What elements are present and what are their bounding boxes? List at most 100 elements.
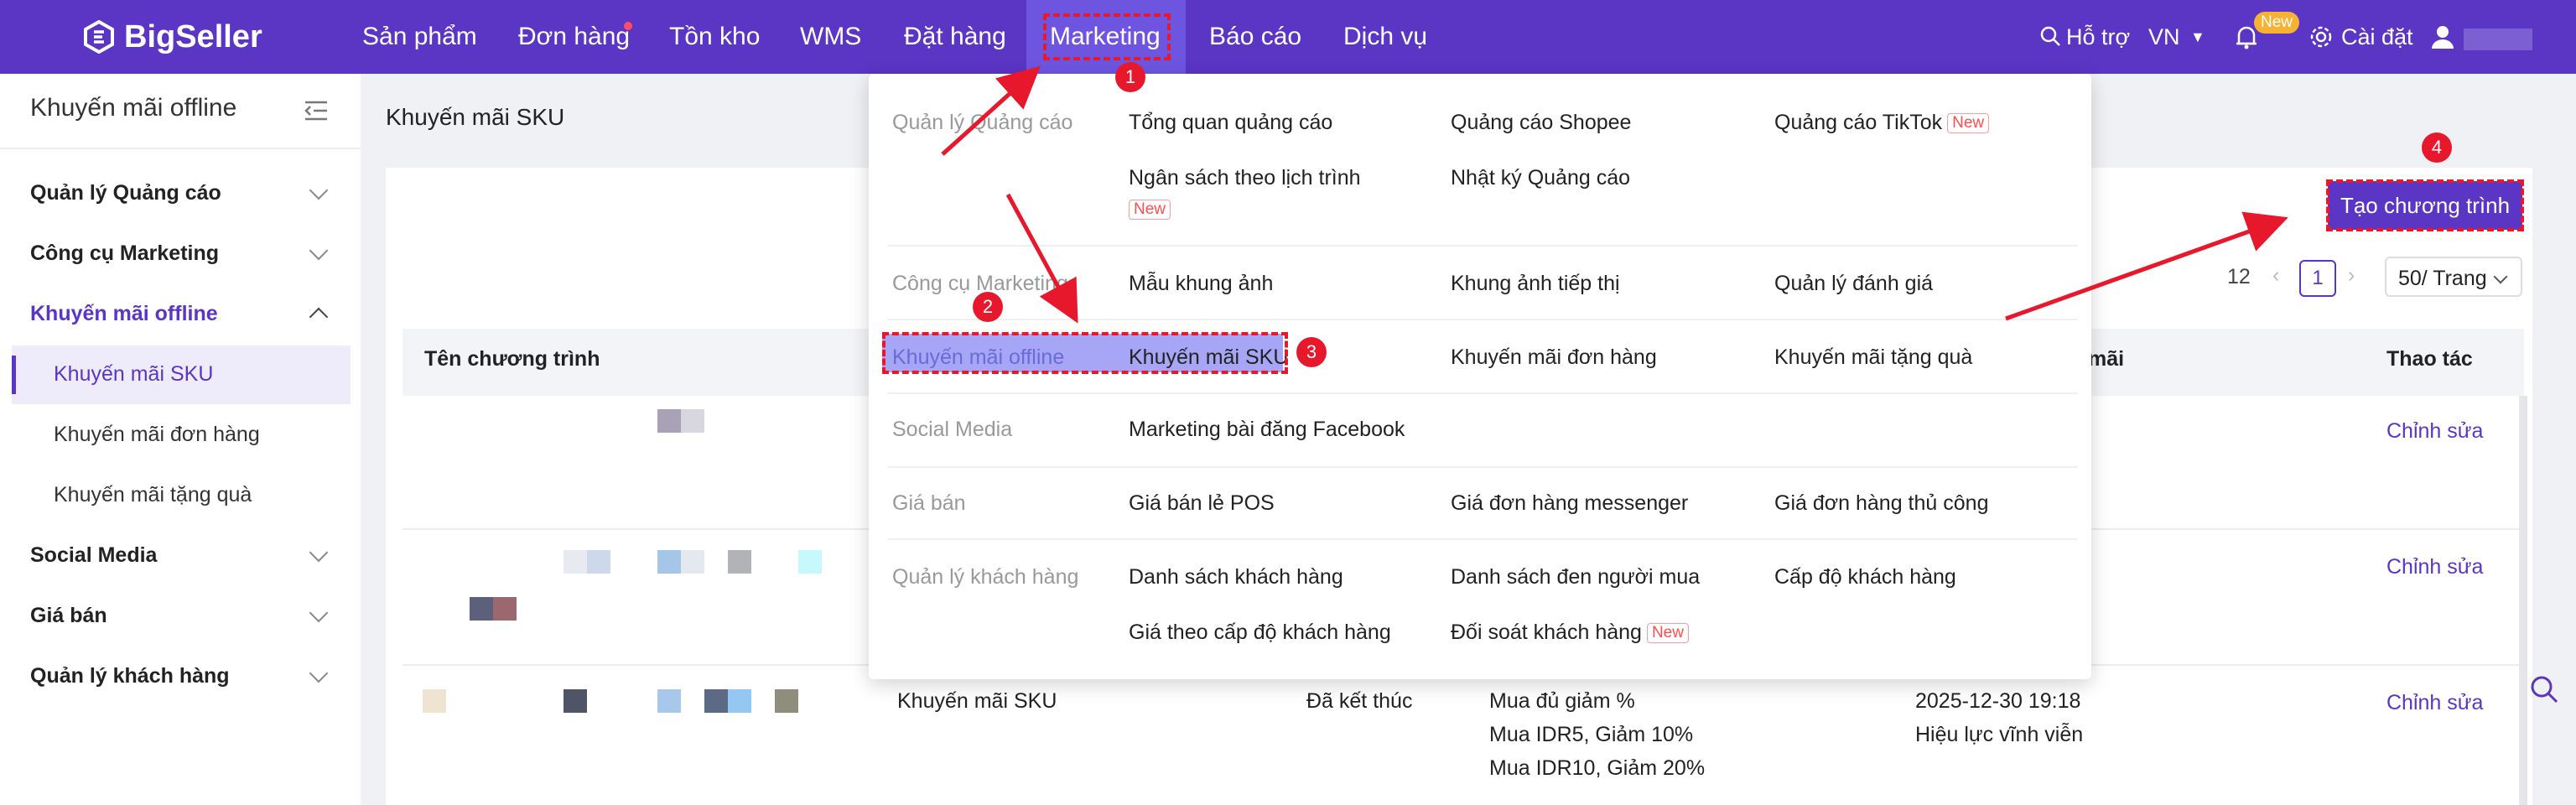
validity-cell: Hiệu lực vĩnh viễn [1915, 723, 2084, 746]
menu-item-customer-list[interactable]: Danh sách khách hàng [1129, 565, 1343, 589]
pagination-current-page[interactable]: 1 [2299, 260, 2336, 297]
menu-category-marketing-tools: Công cụ Marketing [892, 272, 1068, 295]
blurred-image [681, 550, 704, 574]
blurred-image [681, 409, 704, 433]
menu-item-facebook-post[interactable]: Marketing bài đăng Facebook [1129, 418, 1405, 442]
menu-item-buyer-blacklist[interactable]: Danh sách đen người mua [1451, 565, 1700, 589]
column-header-actions: Thao tác [2386, 347, 2473, 371]
sidebar-group-ads[interactable]: Quản lý Quảng cáo [30, 181, 221, 205]
step-badge-4: 4 [2422, 132, 2452, 163]
page-title: Khuyến mãi SKU [386, 104, 565, 130]
nav-orders[interactable]: Đơn hàng [518, 0, 630, 74]
blurred-image [587, 550, 610, 574]
brand-logo[interactable]: BigSeller [82, 17, 262, 57]
top-navigation-bar: BigSeller Sản phẩm Đơn hàng Tồn kho WMS … [0, 0, 2576, 74]
menu-item-ads-overview[interactable]: Tổng quan quảng cáo [1129, 111, 1332, 135]
menu-item-tiktok-ads-label: Quảng cáo TikTok [1774, 111, 1943, 134]
sidebar-group-pricing[interactable]: Giá bán [30, 604, 107, 628]
sidebar-group-social-media[interactable]: Social Media [30, 543, 157, 568]
blurred-image [728, 550, 751, 574]
new-tag: New [1646, 623, 1689, 644]
next-page-icon[interactable]: › [2348, 263, 2355, 288]
sidebar-group-customers[interactable]: Quản lý khách hàng [30, 664, 230, 688]
floating-search-icon[interactable] [2529, 674, 2559, 704]
step-badge-2: 2 [973, 292, 1003, 322]
nav-reports[interactable]: Báo cáo [1209, 0, 1301, 74]
rule-line-2: Mua IDR10, Giảm 20% [1489, 756, 1706, 780]
menu-item-frame-template[interactable]: Mẫu khung ảnh [1129, 272, 1273, 296]
gear-icon[interactable] [2309, 25, 2333, 49]
menu-item-gift-promo[interactable]: Khuyến mãi tặng quà [1774, 345, 1972, 370]
sidebar-item-gift-promo[interactable]: Khuyến mãi tặng quà [54, 483, 252, 507]
sidebar-item-order-promo[interactable]: Khuyến mãi đơn hàng [54, 423, 260, 447]
username-blurred [2464, 29, 2532, 50]
menu-divider [887, 466, 2078, 468]
menu-item-customer-reconciliation[interactable]: Đối soát khách hàng New [1451, 621, 1689, 645]
nav-inventory[interactable]: Tồn kho [669, 0, 760, 74]
blurred-image [704, 689, 728, 713]
rule-title-cell: Mua đủ giảm % [1489, 689, 1635, 713]
step-badge-3: 3 [1296, 337, 1327, 367]
menu-item-scheduled-budget[interactable]: Ngân sách theo lịch trình [1129, 166, 1361, 190]
blurred-image [470, 597, 493, 621]
blurred-image [775, 689, 798, 713]
blurred-image [423, 689, 446, 713]
nav-products[interactable]: Sản phẩm [362, 0, 477, 74]
language-caret-icon[interactable]: ▼ [2190, 0, 2205, 74]
menu-item-messenger-price[interactable]: Giá đơn hàng messenger [1451, 491, 1688, 516]
new-tag: New [1947, 113, 1990, 134]
menu-item-pos-price[interactable]: Giá bán lẻ POS [1129, 491, 1275, 516]
menu-category-ads: Quản lý Quảng cáo [892, 111, 1073, 134]
new-tag: New [1129, 200, 1171, 220]
sidebar-item-sku-promo[interactable]: Khuyến mãi SKU [54, 362, 213, 387]
sidebar-title: Khuyến mãi offline [30, 94, 237, 122]
rule-line-1: Mua IDR5, Giảm 10% [1489, 723, 1694, 746]
chevron-down-icon [2493, 269, 2508, 284]
sidebar-active-marker [12, 356, 16, 394]
menu-divider [887, 245, 2078, 247]
menu-item-manual-order-price[interactable]: Giá đơn hàng thủ công [1774, 491, 1988, 516]
menu-item-review-management[interactable]: Quản lý đánh giá [1774, 272, 1933, 296]
collapse-sidebar-icon[interactable] [304, 99, 329, 122]
settings-link[interactable]: Cài đặt [2341, 0, 2413, 74]
blurred-image [798, 550, 822, 574]
menu-item-tiktok-ads[interactable]: Quảng cáo TikTok New [1774, 111, 1990, 135]
sidebar-divider [0, 148, 361, 149]
page-size-select[interactable]: 50/ Trang [2385, 257, 2522, 297]
nav-wms[interactable]: WMS [800, 0, 861, 74]
nav-purchase[interactable]: Đặt hàng [904, 0, 1006, 74]
blurred-image [564, 550, 587, 574]
menu-item-customer-reconciliation-label: Đối soát khách hàng [1451, 621, 1642, 644]
table-scrollbar[interactable] [2519, 396, 2527, 805]
menu-divider [887, 392, 2078, 394]
prev-page-icon[interactable]: ‹ [2272, 263, 2279, 288]
menu-divider [887, 538, 2078, 540]
status-cell: Đã kết thúc [1306, 689, 1413, 713]
menu-item-marketing-frame[interactable]: Khung ảnh tiếp thị [1451, 272, 1620, 296]
search-help-icon[interactable] [2039, 25, 2061, 47]
menu-item-customer-level[interactable]: Cấp độ khách hàng [1774, 565, 1956, 589]
sidebar-group-offline-promo[interactable]: Khuyến mãi offline [30, 302, 218, 326]
menu-item-order-promo[interactable]: Khuyến mãi đơn hàng [1451, 345, 1657, 370]
blurred-image [657, 689, 681, 713]
blurred-image [728, 689, 751, 713]
bigseller-logo-icon [84, 20, 114, 54]
language-selector[interactable]: VN [2148, 0, 2180, 74]
menu-category-pricing: Giá bán [892, 491, 966, 515]
menu-item-level-pricing[interactable]: Giá theo cấp độ khách hàng [1129, 621, 1391, 645]
edit-link[interactable]: Chỉnh sửa [2386, 419, 2483, 444]
menu-category-social-media: Social Media [892, 418, 1013, 441]
sidebar-group-marketing-tools[interactable]: Công cụ Marketing [30, 242, 219, 266]
edit-link[interactable]: Chỉnh sửa [2386, 555, 2483, 579]
orders-notification-dot [624, 22, 632, 30]
help-link[interactable]: Hỗ trợ [2066, 0, 2130, 74]
menu-item-shopee-ads[interactable]: Quảng cáo Shopee [1451, 111, 1631, 135]
promo-type-cell: Khuyến mãi SKU [897, 689, 1057, 713]
blurred-image [657, 409, 681, 433]
menu-item-ads-log[interactable]: Nhật ký Quảng cáo [1451, 166, 1630, 190]
brand-name: BigSeller [124, 18, 262, 55]
column-header-period: mãi [2088, 347, 2125, 371]
nav-services[interactable]: Dịch vụ [1343, 0, 1427, 74]
edit-link[interactable]: Chỉnh sửa [2386, 691, 2483, 715]
user-avatar-icon[interactable] [2430, 23, 2455, 49]
